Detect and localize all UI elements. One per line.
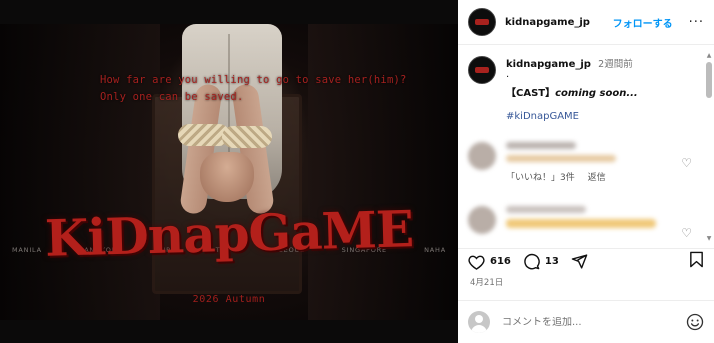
blurred-line [506, 155, 616, 162]
scroll-thumb[interactable] [706, 62, 712, 98]
post-date[interactable]: 4月21日 [470, 276, 503, 288]
poster-image: How far are you willing to go to save he… [0, 24, 458, 320]
header-username[interactable]: kidnapgame_jp [505, 17, 590, 28]
poster-release: 2026 Autumn [192, 294, 266, 305]
avatar-logo [475, 67, 489, 73]
post-side-panel: kidnapgame_jp フォローする ··· kidnapgame_jp 2… [458, 0, 714, 343]
hashtag-link[interactable]: #kiDnapGAME [506, 111, 704, 122]
avatar[interactable] [468, 8, 496, 36]
avatar-logo [475, 19, 489, 25]
caption-header: kidnapgame_jp 2週間前 [506, 56, 704, 70]
caption-avatar[interactable] [468, 56, 496, 84]
tagline-line-2: Only one can be saved. [100, 91, 244, 103]
like-count[interactable]: 616 [490, 256, 511, 267]
blurred-line [506, 142, 576, 149]
poster-bg-left [0, 24, 160, 320]
comments-scrollbar[interactable]: ▲ ▼ [706, 52, 712, 242]
caption-time: 2週間前 [598, 59, 633, 70]
follow-button[interactable]: フォローする [613, 15, 673, 30]
post-media[interactable]: How far are you willing to go to save he… [0, 0, 458, 343]
post-header: kidnapgame_jp フォローする ··· [458, 0, 714, 45]
post-caption: kidnapgame_jp 2週間前 . 【CAST】coming soon..… [458, 46, 714, 122]
comment-like-heart-icon[interactable]: ♡ [681, 156, 692, 170]
emoji-icon[interactable] [686, 313, 704, 331]
reply-button[interactable]: 返信 [588, 173, 606, 183]
post-actions: 616 13 [458, 248, 714, 274]
comment-like-heart-icon[interactable]: ♡ [681, 226, 692, 240]
poster-title: KiDnapGaME [44, 199, 414, 268]
comment-count[interactable]: 13 [545, 256, 559, 267]
scroll-down-arrow-icon[interactable]: ▼ [706, 235, 712, 242]
comment-icon[interactable] [523, 253, 540, 270]
tagline-line-1: How far are you willing to go to save he… [100, 74, 407, 86]
bound-hands [200, 152, 254, 202]
comment-input[interactable] [502, 316, 662, 328]
rope-right [222, 126, 272, 148]
comment-avatar-blurred[interactable] [468, 206, 496, 234]
comments-section[interactable]: kidnapgame_jp 2週間前 . 【CAST】coming soon..… [458, 46, 714, 244]
more-options-icon[interactable]: ··· [689, 15, 704, 30]
comment-item [458, 206, 706, 234]
caption-cast: 【CAST】coming soon... [506, 84, 704, 99]
cast-prefix: 【CAST】 [506, 88, 556, 99]
comment-meta: 「いいね！」3件 返信 [506, 170, 696, 183]
comment-item: 「いいね！」3件 返信 [458, 142, 706, 183]
scroll-up-arrow-icon[interactable]: ▲ [706, 52, 712, 59]
blurred-line [506, 206, 586, 213]
cast-text: coming soon... [555, 88, 638, 99]
caption-dot: . [506, 69, 510, 80]
comment-avatar-blurred[interactable] [468, 142, 496, 170]
poster-tagline: How far are you willing to go to save he… [100, 72, 407, 106]
blurred-line [506, 219, 656, 228]
caption-body: kidnapgame_jp 2週間前 . 【CAST】coming soon..… [506, 56, 704, 122]
comment-text-blurred: 「いいね！」3件 返信 [506, 142, 696, 183]
user-icon [468, 311, 490, 333]
bookmark-icon[interactable] [689, 251, 704, 272]
comment-text-blurred [506, 206, 696, 234]
share-icon[interactable] [571, 253, 588, 270]
heart-icon[interactable] [468, 254, 485, 270]
comment-likes[interactable]: 「いいね！」3件 [506, 173, 575, 183]
add-comment-bar [458, 300, 714, 343]
poster-bg-right [308, 24, 458, 320]
caption-username[interactable]: kidnapgame_jp [506, 59, 591, 70]
